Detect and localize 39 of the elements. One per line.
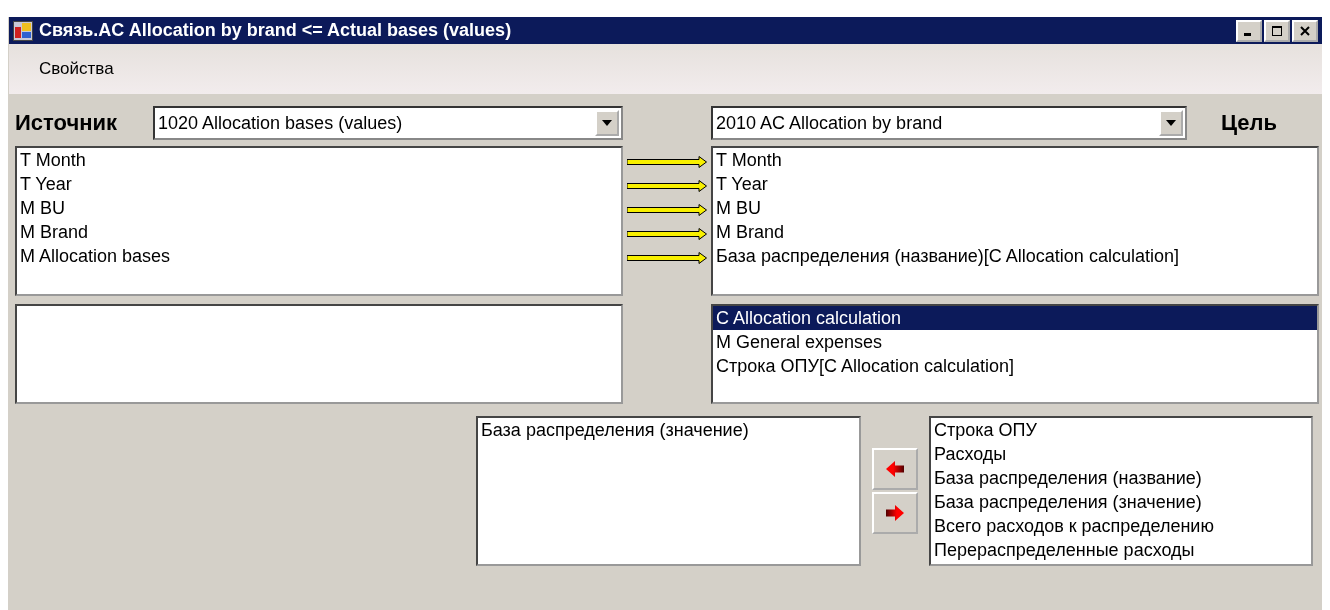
list-item[interactable]: C Allocation calculation (713, 306, 1317, 330)
target-combo[interactable]: 2010 AC Allocation by brand (711, 106, 1187, 140)
list-item[interactable]: Расходы (931, 442, 1311, 466)
list-item[interactable]: M BU (713, 196, 1317, 220)
move-right-button[interactable] (872, 492, 918, 534)
minimize-icon (1244, 33, 1251, 36)
source-label: Источник (15, 110, 119, 136)
dropdown-icon (1166, 120, 1176, 126)
minimize-button[interactable] (1236, 19, 1262, 42)
list-item[interactable]: M Brand (17, 220, 621, 244)
list-item[interactable]: База распределения (название) (931, 466, 1311, 490)
target-label: Цель (1221, 110, 1278, 136)
app-icon (13, 20, 33, 41)
maximize-button[interactable] (1264, 19, 1290, 42)
right-arrow-icon (884, 502, 906, 524)
list-item[interactable]: Строка ОПУ (931, 418, 1311, 442)
window-title: Связь.AC Allocation by brand <= Actual bases (values) (39, 20, 513, 41)
list-item[interactable]: Строка ОПУ[C Allocation calculation] (713, 354, 1317, 378)
close-button[interactable] (1292, 19, 1318, 42)
list-item[interactable]: База распределения (значение) (478, 418, 859, 442)
move-left-button[interactable] (872, 448, 918, 490)
list-item[interactable]: T Year (17, 172, 621, 196)
list-item[interactable]: База распределения (значение) (931, 490, 1311, 514)
menu-item[interactable]: Свойства (31, 59, 122, 79)
close-icon (1299, 24, 1311, 37)
list-item[interactable]: M Allocation bases (17, 244, 621, 268)
left-arrow-icon (884, 458, 906, 480)
list-item[interactable]: M BU (17, 196, 621, 220)
list-item[interactable]: Всего расходов к распределению (931, 514, 1311, 538)
source-combo[interactable]: 1020 Allocation bases (values) (153, 106, 623, 140)
list-item[interactable]: M General expenses (713, 330, 1317, 354)
list-item[interactable]: T Year (713, 172, 1317, 196)
dropdown-icon (602, 120, 612, 126)
list-item[interactable]: T Month (713, 148, 1317, 172)
list-item[interactable]: T Month (17, 148, 621, 172)
list-item[interactable]: База распределения (название)[C Allocation calculation] (713, 244, 1317, 268)
maximize-icon (1271, 24, 1283, 37)
list-item[interactable]: M Brand (713, 220, 1317, 244)
list-item[interactable]: Перераспределенные расходы (931, 538, 1311, 562)
